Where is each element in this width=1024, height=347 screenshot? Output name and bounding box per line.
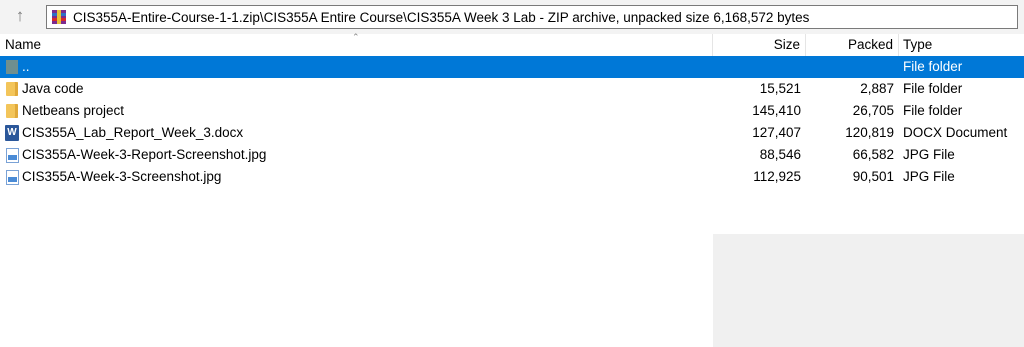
- file-name: CIS355A-Week-3-Report-Screenshot.jpg: [22, 147, 267, 162]
- file-size: 88,546: [759, 147, 801, 162]
- file-name: CIS355A-Week-3-Screenshot.jpg: [22, 169, 222, 184]
- list-item-parent[interactable]: .. File folder: [0, 56, 1024, 78]
- list-item[interactable]: Netbeans project 145,410 26,705 File fol…: [0, 100, 1024, 122]
- address-path: CIS355A-Entire-Course-1-1.zip\CIS355A En…: [73, 9, 810, 25]
- file-size: [713, 56, 801, 78]
- address-field[interactable]: CIS355A-Entire-Course-1-1.zip\CIS355A En…: [46, 5, 1018, 29]
- file-size: 145,410: [752, 103, 801, 118]
- address-bar-row: ↑ CIS355A-Entire-Course-1-1.zip\CIS355A …: [0, 0, 1024, 35]
- file-type: File folder: [903, 59, 963, 74]
- word-document-icon: W: [5, 125, 19, 141]
- file-type: File folder: [903, 81, 963, 96]
- list-item[interactable]: CIS355A-Week-3-Report-Screenshot.jpg 88,…: [0, 144, 1024, 166]
- list-item[interactable]: Java code 15,521 2,887 File folder: [0, 78, 1024, 100]
- file-packed: 2,887: [860, 81, 894, 96]
- file-size: 15,521: [759, 81, 801, 96]
- winrar-archive-icon: [52, 10, 66, 24]
- file-type: File folder: [903, 103, 963, 118]
- list-item[interactable]: W CIS355A_Lab_Report_Week_3.docx 127,407…: [0, 122, 1024, 144]
- column-header-type[interactable]: Type: [899, 34, 1024, 56]
- file-type: JPG File: [903, 169, 955, 184]
- file-name: CIS355A_Lab_Report_Week_3.docx: [22, 125, 244, 140]
- up-arrow-button[interactable]: ↑: [6, 5, 34, 27]
- column-header-packed[interactable]: Packed: [806, 34, 899, 56]
- file-type: DOCX Document: [903, 125, 1008, 140]
- file-packed: 26,705: [852, 103, 894, 118]
- file-packed: 90,501: [852, 169, 894, 184]
- file-type: JPG File: [903, 147, 955, 162]
- folder-icon: [6, 82, 18, 96]
- list-item[interactable]: CIS355A-Week-3-Screenshot.jpg 112,925 90…: [0, 166, 1024, 188]
- file-size: 127,407: [752, 125, 801, 140]
- up-arrow-icon: ↑: [15, 6, 25, 25]
- file-size: 112,925: [753, 169, 801, 184]
- file-list: .. File folder Java code 15,521 2,887 Fi…: [0, 56, 1024, 347]
- jpg-image-icon: [5, 169, 19, 185]
- file-name: Netbeans project: [22, 103, 125, 118]
- sort-ascending-icon: ⌃: [352, 32, 360, 42]
- parent-folder-icon: [6, 60, 18, 74]
- file-name: Java code: [22, 81, 84, 96]
- column-header-size[interactable]: Size: [713, 34, 806, 56]
- file-packed: 120,819: [845, 125, 894, 140]
- file-packed: 66,582: [852, 147, 894, 162]
- file-name: ..: [22, 59, 30, 74]
- column-header: Name Size Packed Type: [0, 34, 1024, 56]
- jpg-image-icon: [5, 147, 19, 163]
- file-packed: [806, 56, 894, 78]
- folder-icon: [6, 104, 18, 118]
